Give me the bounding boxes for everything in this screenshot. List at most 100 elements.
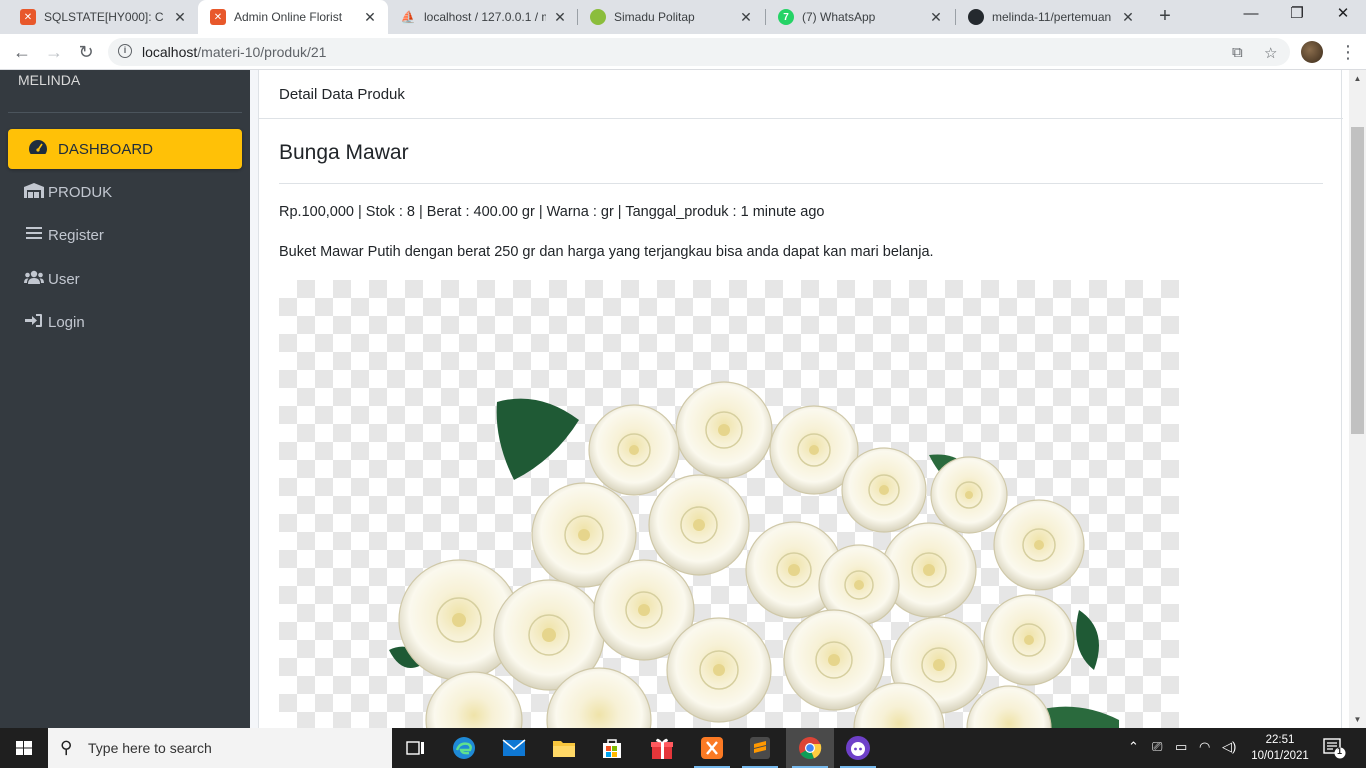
xampp-icon: ✕ xyxy=(210,9,226,25)
taskbar-xampp[interactable] xyxy=(688,728,736,768)
browser-menu-icon[interactable]: ⋮ xyxy=(1338,40,1358,64)
scroll-up-arrow-icon[interactable]: ▲ xyxy=(1349,70,1366,87)
battery-icon[interactable]: ▭ xyxy=(1175,739,1187,755)
sidebar-item-login[interactable]: Login xyxy=(8,302,242,342)
translate-icon[interactable]: ⧉ xyxy=(1232,44,1243,61)
sidebar-divider xyxy=(8,112,242,113)
notification-icon xyxy=(1323,738,1346,759)
taskbar-file-explorer[interactable] xyxy=(540,728,588,768)
task-view-icon xyxy=(406,741,424,755)
taskbar-mail[interactable] xyxy=(490,728,538,768)
sidebar-item-label: Login xyxy=(48,313,85,331)
close-icon[interactable]: ✕ xyxy=(738,9,754,25)
white-roses-bouquet-image xyxy=(389,381,1119,728)
sidebar-item-produk[interactable]: PRODUK xyxy=(8,172,242,212)
tab-phpmyadmin[interactable]: ⛵ localhost / 127.0.0.1 / m ✕ xyxy=(388,0,578,34)
divider xyxy=(279,183,1323,184)
edge-icon xyxy=(453,737,475,759)
url-path: /materi-10/produk/21 xyxy=(197,44,327,60)
bookmark-star-icon[interactable]: ☆ xyxy=(1264,44,1277,62)
address-bar[interactable]: i localhost/materi-10/produk/21 ⧉ ☆ xyxy=(108,38,1290,66)
list-icon xyxy=(24,226,44,244)
forward-button[interactable]: → xyxy=(40,38,68,66)
xampp-icon: ✕ xyxy=(20,9,36,25)
close-icon[interactable]: ✕ xyxy=(1120,9,1136,25)
taskbar-clock[interactable]: 22:51 10/01/2021 xyxy=(1247,732,1313,764)
taskbar-sublime-text[interactable] xyxy=(736,728,784,768)
sidebar-item-dashboard[interactable]: DASHBOARD xyxy=(8,129,242,169)
page-viewport: MELINDA DASHBOARD PRODUK Register User L… xyxy=(0,70,1366,728)
browser-tab-strip: ✕ SQLSTATE[HY000]: C ✕ ✕ Admin Online Fl… xyxy=(0,0,1366,34)
close-window-button[interactable]: ✕ xyxy=(1320,0,1366,30)
product-title: Bunga Mawar xyxy=(279,141,409,164)
tab-whatsapp[interactable]: 7 (7) WhatsApp ✕ xyxy=(766,0,954,34)
close-icon[interactable]: ✕ xyxy=(362,9,378,25)
task-view-button[interactable] xyxy=(392,728,440,768)
new-tab-button[interactable]: + xyxy=(1153,5,1177,29)
users-icon xyxy=(24,270,44,288)
sidebar: MELINDA DASHBOARD PRODUK Register User L… xyxy=(0,70,250,728)
back-button[interactable]: ← xyxy=(8,38,36,66)
sidebar-item-label: DASHBOARD xyxy=(58,140,154,158)
profile-avatar[interactable] xyxy=(1301,41,1323,63)
tab-title: SQLSTATE[HY000]: C xyxy=(44,10,164,24)
tab-admin-online-florist[interactable]: ✕ Admin Online Florist ✕ xyxy=(198,0,388,34)
taskbar-gift-app[interactable] xyxy=(638,728,686,768)
tab-title: (7) WhatsApp xyxy=(802,10,876,24)
tab-title: localhost / 127.0.0.1 / m xyxy=(424,10,546,24)
gift-icon xyxy=(651,738,673,759)
sidebar-item-label: PRODUK xyxy=(48,183,113,201)
wifi-icon[interactable]: ◠ xyxy=(1199,739,1210,755)
card-title: Detail Data Produk xyxy=(279,86,405,103)
taskbar-chrome[interactable] xyxy=(786,728,834,768)
show-hidden-icons-icon[interactable]: ⌃ xyxy=(1128,739,1139,755)
taskbar-store[interactable] xyxy=(588,728,636,768)
store-bag-icon xyxy=(603,739,621,758)
close-icon[interactable]: ✕ xyxy=(928,9,944,25)
url-text: localhost/materi-10/produk/21 xyxy=(142,44,326,60)
site-info-icon[interactable]: i xyxy=(118,44,132,58)
tab-title: Simadu Politap xyxy=(614,10,695,24)
scrollbar-thumb[interactable] xyxy=(1351,127,1364,434)
politap-icon xyxy=(590,9,606,25)
taskbar-search-box[interactable]: ⚲ Type here to search xyxy=(48,728,392,768)
taskbar-edge[interactable] xyxy=(440,728,488,768)
tab-title: Admin Online Florist xyxy=(234,10,343,24)
product-meta: Rp.100,000 | Stok : 8 | Berat : 400.00 g… xyxy=(279,204,825,220)
scroll-down-arrow-icon[interactable]: ▼ xyxy=(1349,711,1366,728)
tab-title: melinda-11/pertemuan xyxy=(992,10,1112,24)
product-description: Buket Mawar Putih dengan berat 250 gr da… xyxy=(279,244,934,260)
phpmyadmin-icon: ⛵ xyxy=(400,10,416,24)
taskbar-purple-app[interactable] xyxy=(834,728,882,768)
sign-in-icon xyxy=(24,313,44,332)
restore-button[interactable]: ❐ xyxy=(1274,0,1320,30)
start-button[interactable] xyxy=(0,728,48,768)
action-center-button[interactable]: 1 xyxy=(1322,737,1346,759)
tab-sqlstate[interactable]: ✕ SQLSTATE[HY000]: C ✕ xyxy=(8,0,198,34)
minimize-button[interactable]: — xyxy=(1228,0,1274,30)
notification-count: 1 xyxy=(1337,746,1343,756)
page-scrollbar[interactable]: ▲ ▼ xyxy=(1349,70,1366,728)
xampp-icon xyxy=(701,737,723,759)
product-image xyxy=(279,280,1179,728)
sidebar-item-label: User xyxy=(48,270,80,288)
chrome-icon xyxy=(799,737,822,760)
folder-icon xyxy=(553,741,575,757)
close-icon[interactable]: ✕ xyxy=(552,9,568,25)
clock-date: 10/01/2021 xyxy=(1251,750,1309,762)
product-detail-card: Detail Data Produk Bunga Mawar Rp.100,00… xyxy=(258,70,1343,728)
clock-time: 22:51 xyxy=(1265,734,1295,746)
meet-now-icon[interactable]: ⎚ xyxy=(1152,739,1162,755)
sidebar-item-register[interactable]: Register xyxy=(8,215,242,255)
sidebar-item-user[interactable]: User xyxy=(8,259,242,299)
tab-github[interactable]: melinda-11/pertemuan ✕ xyxy=(956,0,1146,34)
tab-simadu-politap[interactable]: Simadu Politap ✕ xyxy=(578,0,764,34)
github-icon xyxy=(968,9,984,25)
sidebar-item-label: Register xyxy=(48,226,104,244)
search-placeholder: Type here to search xyxy=(88,740,212,756)
volume-icon[interactable]: ◁) xyxy=(1222,739,1236,755)
close-icon[interactable]: ✕ xyxy=(172,9,188,25)
reload-button[interactable]: ↻ xyxy=(72,38,100,66)
mail-icon xyxy=(502,739,526,756)
windows-taskbar: ⚲ Type here to search ⌃ ⎚ ▭ ◠ ◁) 22:51 1… xyxy=(0,728,1366,768)
